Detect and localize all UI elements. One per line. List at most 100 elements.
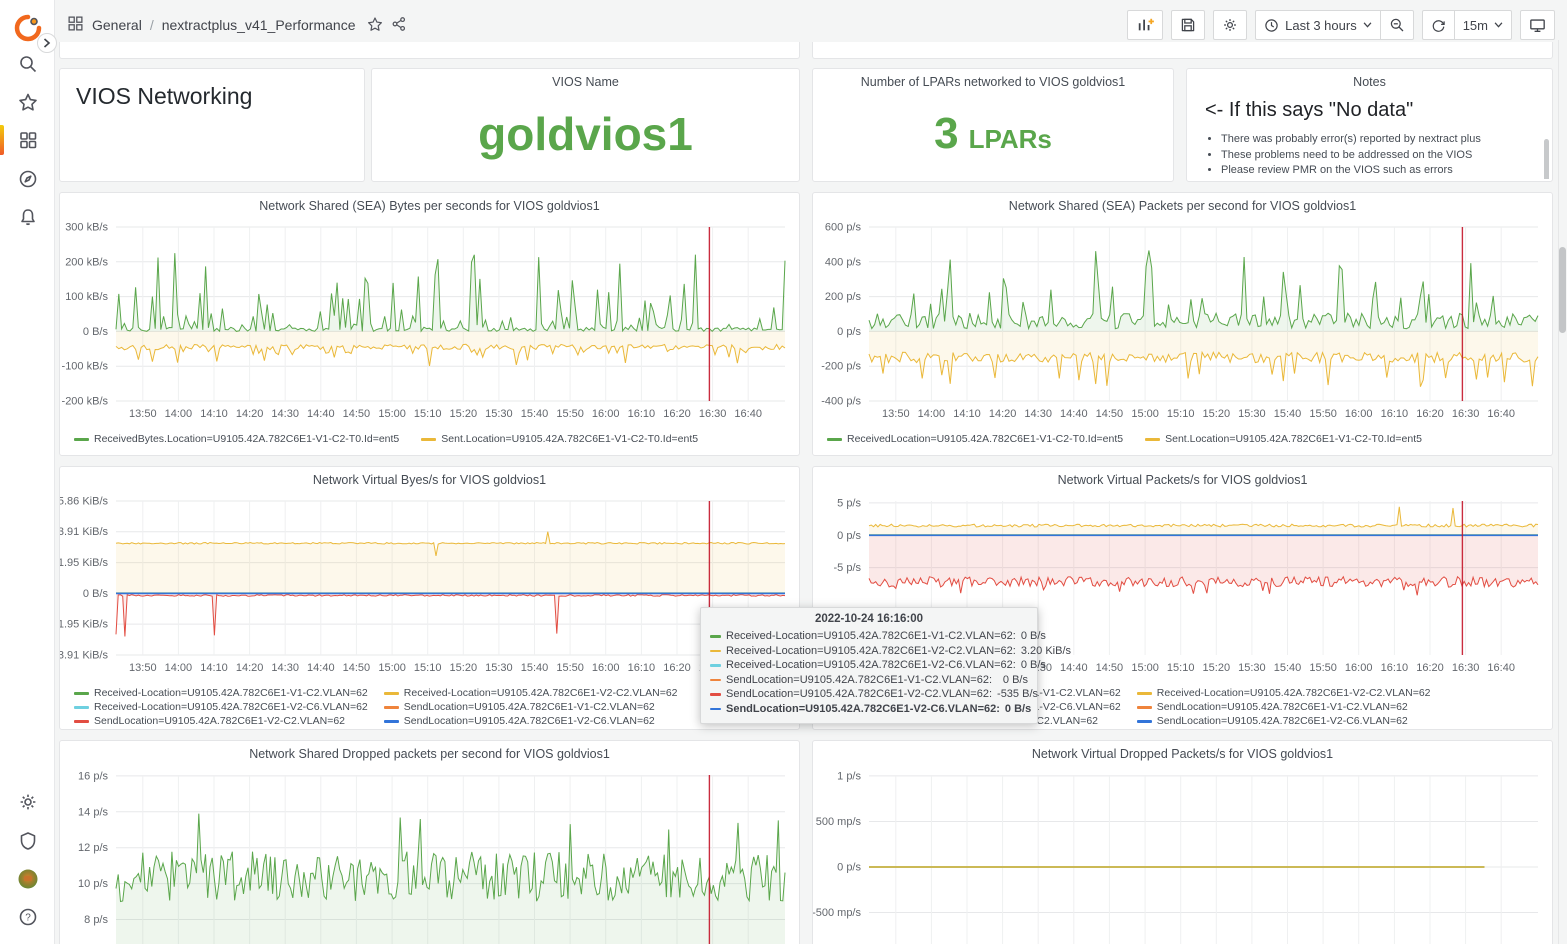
dashboard-toolbar: Last 3 hours 15m [1127, 10, 1555, 40]
tooltip-series-label: SendLocation=U9105.42A.782C6E1-V2-C6.VLA… [726, 702, 1000, 715]
sidebar-expand-button[interactable] [37, 33, 57, 53]
svg-text:15:00: 15:00 [378, 408, 406, 420]
lpar-count-unit: LPARs [968, 123, 1052, 154]
legend-item[interactable]: ReceivedBytes.Location=U9105.42A.782C6E1… [74, 432, 399, 446]
svg-text:14:20: 14:20 [236, 408, 264, 420]
add-panel-button[interactable] [1127, 10, 1164, 40]
svg-text:15:10: 15:10 [1167, 408, 1195, 420]
legend-item[interactable]: Sent.Location=U9105.42A.782C6E1-V1-C2-T0… [1145, 432, 1422, 446]
notes-scrollbar-thumb[interactable] [1544, 139, 1549, 179]
svg-text:14:50: 14:50 [1096, 408, 1124, 420]
sidebar-item-explore[interactable] [0, 161, 55, 197]
panel-title[interactable]: Network Virtual Byes/s for VIOS goldvios… [60, 467, 799, 493]
clock-icon [1265, 18, 1278, 32]
chart-canvas[interactable]: 300 kB/s 200 kB/s 100 kB/s 0 B/s -100 kB/s -2… [60, 219, 799, 430]
save-dashboard-button[interactable] [1171, 10, 1206, 40]
legend-item[interactable]: Received-Location=U9105.42A.782C6E1-V2-C… [1136, 686, 1431, 700]
chart-canvas[interactable]: 5.86 KiB/s 3.91 KiB/s 1.95 KiB/s 0 B/s -1.95… [60, 493, 799, 684]
svg-text:-5 p/s: -5 p/s [833, 562, 861, 574]
svg-text:14:50: 14:50 [343, 408, 371, 420]
panel-title[interactable]: Number of LPARs networked to VIOS goldvi… [813, 69, 1173, 95]
panel-title[interactable]: Network Shared Dropped packets per secon… [60, 741, 799, 767]
sidebar-item-starred[interactable] [0, 84, 55, 120]
page-scrollbar-track[interactable] [1558, 40, 1567, 944]
legend-label: Received-Location=U9105.42A.782C6E1-V2-C… [403, 687, 678, 699]
panel-title[interactable]: Network Shared (SEA) Packets per second … [813, 193, 1552, 219]
panel-title[interactable]: Network Shared (SEA) Bytes per seconds f… [60, 193, 799, 219]
chart-canvas[interactable]: 1 p/s 500 mp/s 0 p/s -500 mp/s [813, 767, 1552, 944]
legend-item[interactable]: SendLocation=U9105.42A.782C6E1-V2-C2.VLA… [74, 714, 368, 728]
svg-text:14:00: 14:00 [918, 408, 946, 420]
sidebar-item-dashboards[interactable] [0, 122, 55, 158]
legend-item[interactable]: Received-Location=U9105.42A.782C6E1-V1-C… [74, 686, 368, 700]
legend-item[interactable]: Received-Location=U9105.42A.782C6E1-V2-C… [74, 700, 368, 714]
time-range-label: Last 3 hours [1285, 17, 1357, 33]
tooltip-series-value: -535 B/s [997, 688, 1038, 700]
svg-text:-400 p/s: -400 p/s [821, 396, 861, 408]
svg-text:16:20: 16:20 [663, 408, 691, 420]
refresh-dashboard-button[interactable] [1421, 10, 1455, 40]
breadcrumb-dashboard-title[interactable]: nextractplus_v41_Performance [162, 17, 356, 33]
panel-title[interactable]: Notes [1187, 69, 1552, 95]
svg-text:5 p/s: 5 p/s [837, 497, 861, 509]
series-color-swatch [1136, 705, 1152, 709]
refresh-icon [1432, 19, 1445, 32]
series-color-swatch [710, 649, 721, 652]
breadcrumb-folder[interactable]: General [92, 17, 142, 33]
sidebar-item-help[interactable]: ? [0, 899, 55, 935]
legend-item[interactable]: SendLocation=U9105.42A.782C6E1-V1-C2.VLA… [1136, 700, 1431, 714]
svg-text:16:10: 16:10 [628, 662, 656, 674]
page-scrollbar-thumb[interactable] [1559, 247, 1566, 333]
panel-lpar-count: Number of LPARs networked to VIOS goldvi… [812, 68, 1174, 182]
notes-bullet-list: There was probably error(s) reported by … [1221, 132, 1534, 179]
panel-title[interactable]: Network Virtual Packets/s for VIOS goldv… [813, 467, 1552, 493]
legend-label: Received-Location=U9105.42A.782C6E1-V2-C… [94, 701, 368, 713]
share-dashboard-button[interactable] [391, 16, 407, 35]
svg-text:10 p/s: 10 p/s [78, 878, 108, 890]
legend-item[interactable]: SendLocation=U9105.42A.782C6E1-V2-C6.VLA… [383, 714, 678, 728]
legend-label: SendLocation=U9105.42A.782C6E1-V2-C6.VLA… [403, 715, 655, 727]
panel-title[interactable]: Network Virtual Dropped Packets/s for VI… [813, 741, 1552, 767]
legend-item[interactable]: SendLocation=U9105.42A.782C6E1-V1-C2.VLA… [383, 700, 678, 714]
tooltip-series-value: 0 B/s [1004, 702, 1032, 715]
tooltip-series-value: 0 B/s [1020, 630, 1046, 642]
zoom-out-time-button[interactable] [1380, 10, 1414, 40]
svg-text:5.86 KiB/s: 5.86 KiB/s [60, 496, 108, 508]
series-color-swatch [74, 691, 89, 695]
chart-canvas[interactable]: 600 p/s 400 p/s 200 p/s 0 p/s -200 p/s -400 p… [813, 219, 1552, 430]
svg-text:15:30: 15:30 [1238, 662, 1266, 674]
panel-title[interactable]: VIOS Name [372, 69, 799, 95]
svg-text:15:20: 15:20 [1203, 408, 1231, 420]
series-color-swatch [1136, 719, 1152, 723]
svg-text:14:00: 14:00 [165, 662, 193, 674]
refresh-interval-picker[interactable]: 15m [1454, 10, 1512, 40]
sidebar-item-profile[interactable] [0, 861, 55, 897]
series-color-swatch [710, 707, 721, 710]
cycle-view-mode-button[interactable] [1520, 10, 1555, 40]
tooltip-row: Received-Location=U9105.42A.782C6E1-V2-C… [710, 658, 1046, 673]
sidebar-item-configuration[interactable] [0, 784, 55, 820]
svg-text:14:30: 14:30 [1024, 408, 1052, 420]
chart-canvas[interactable]: 16 p/s 14 p/s 12 p/s 10 p/s 8 p/s [60, 767, 799, 944]
svg-text:16:40: 16:40 [1487, 662, 1515, 674]
notes-bullet: These problems need to be addressed on t… [1221, 148, 1534, 164]
breadcrumb: General / nextractplus_v41_Performance [67, 15, 407, 35]
legend-item[interactable]: SendLocation=U9105.42A.782C6E1-V2-C6.VLA… [1136, 714, 1431, 728]
svg-text:0 p/s: 0 p/s [837, 862, 861, 874]
legend-item[interactable]: Received-Location=U9105.42A.782C6E1-V2-C… [383, 686, 678, 700]
svg-text:600 p/s: 600 p/s [825, 222, 862, 234]
dashboard-settings-button[interactable] [1213, 10, 1248, 40]
series-color-swatch [74, 705, 89, 709]
sidebar-item-server-admin[interactable] [0, 823, 55, 859]
svg-text:15:10: 15:10 [414, 408, 442, 420]
add-panel-icon [1138, 18, 1155, 31]
tooltip-row: SendLocation=U9105.42A.782C6E1-V1-C2.VLA… [710, 673, 1028, 688]
svg-text:200 p/s: 200 p/s [825, 291, 862, 303]
sidebar: ? [0, 0, 55, 944]
favorite-star-button[interactable] [367, 16, 383, 35]
legend-item[interactable]: ReceivedLocation=U9105.42A.782C6E1-V1-C2… [827, 432, 1123, 446]
sidebar-item-alerting[interactable] [0, 199, 55, 235]
legend-item[interactable]: Sent.Location=U9105.42A.782C6E1-V1-C2-T0… [421, 432, 698, 446]
time-range-picker[interactable]: Last 3 hours [1255, 10, 1381, 40]
save-icon [1181, 18, 1195, 32]
